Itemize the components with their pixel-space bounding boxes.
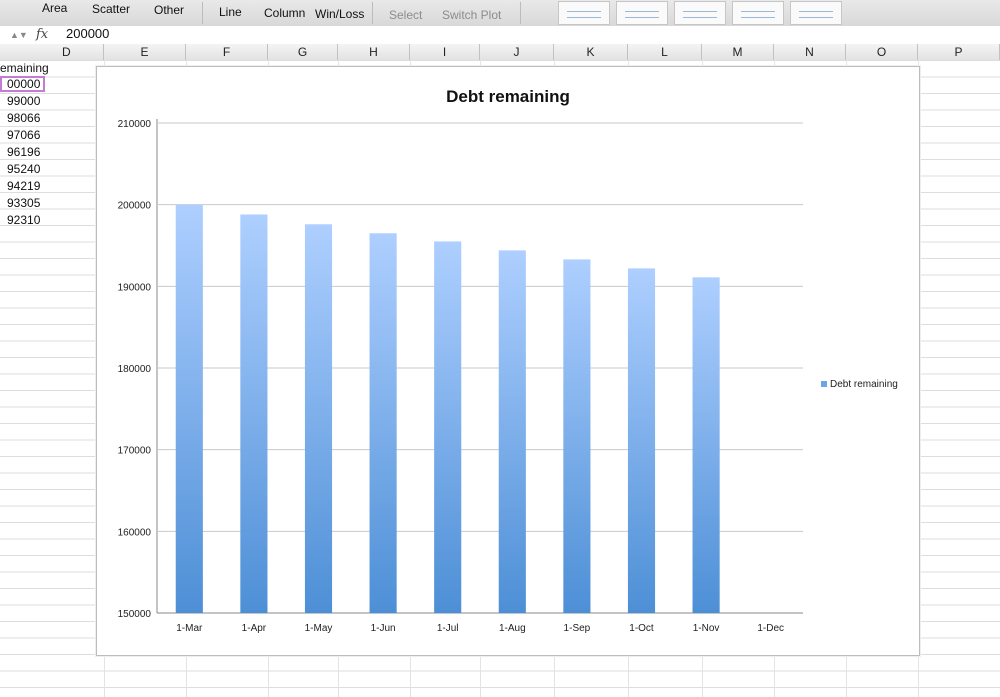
cell-d-10[interactable]: 92310: [0, 212, 40, 228]
column-header-i[interactable]: I: [410, 44, 480, 60]
chart-legend[interactable]: Debt remaining: [821, 379, 898, 390]
bar: [369, 233, 397, 613]
column-header-j[interactable]: J: [480, 44, 554, 60]
bar: [692, 277, 720, 613]
y-tick-label: 150000: [118, 609, 152, 620]
fx-icon[interactable]: fx: [36, 27, 48, 42]
x-tick-label: 1-Apr: [242, 623, 267, 634]
debt-remaining-chart[interactable]: Debt remaining 150000 160000 170000 180000 1…: [96, 66, 920, 656]
chart-style-thumbnail-3[interactable]: [674, 1, 726, 25]
x-tick-label: 1-Jun: [371, 623, 396, 634]
bar: [175, 204, 203, 613]
legend-label: Debt remaining: [830, 379, 898, 390]
chart-style-thumbnail-2[interactable]: [616, 1, 668, 25]
select-data-button[interactable]: Select: [389, 8, 422, 22]
ribbon-toolbar: Area Scatter Other Line Column Win/Loss …: [0, 0, 1000, 27]
chart-style-thumbnail-5[interactable]: [790, 1, 842, 25]
chart-type-area-button[interactable]: Area: [42, 1, 67, 15]
x-tick-label: 1-Sep: [564, 623, 591, 634]
column-header-f[interactable]: F: [186, 44, 268, 60]
switch-plot-button[interactable]: Switch Plot: [442, 8, 501, 22]
column-header-k[interactable]: K: [554, 44, 628, 60]
cell-d-7[interactable]: 95240: [0, 161, 40, 177]
chart-style-thumbnail-1[interactable]: [558, 1, 610, 25]
chart-type-scatter-button[interactable]: Scatter: [92, 2, 130, 16]
column-header-l[interactable]: L: [628, 44, 702, 60]
column-header-row: D E F G H I J K L M N O P: [0, 44, 1000, 61]
bar: [563, 259, 591, 613]
column-header-d[interactable]: D: [0, 44, 104, 60]
column-header-g[interactable]: G: [268, 44, 338, 60]
column-header-n[interactable]: N: [774, 44, 846, 60]
cell-d-5[interactable]: 97066: [0, 127, 40, 143]
cell-d-2-selected[interactable]: 00000: [0, 76, 45, 92]
chart-type-column-button[interactable]: Column: [264, 6, 305, 20]
bar: [304, 224, 333, 613]
y-tick-label: 210000: [118, 119, 152, 130]
cell-d-3[interactable]: 99000: [0, 93, 40, 109]
cell-d-header[interactable]: emaining: [0, 60, 49, 76]
column-header-h[interactable]: H: [338, 44, 410, 60]
cell-d-9[interactable]: 93305: [0, 195, 40, 211]
bar: [240, 214, 268, 613]
x-tick-label: 1-Dec: [757, 623, 784, 634]
chart-style-thumbnail-4[interactable]: [732, 1, 784, 25]
x-tick-label: 1-Oct: [629, 623, 654, 634]
chart-type-winloss-button[interactable]: Win/Loss: [315, 7, 364, 21]
chart-type-line-button[interactable]: Line: [219, 5, 242, 19]
x-tick-label: 1-Mar: [176, 623, 203, 634]
column-header-p[interactable]: P: [918, 44, 1000, 60]
cell-d-4[interactable]: 98066: [0, 110, 40, 126]
cell-d-6[interactable]: 96196: [0, 144, 40, 160]
y-tick-label: 180000: [118, 364, 152, 375]
x-tick-label: 1-Nov: [693, 623, 720, 634]
column-header-e[interactable]: E: [104, 44, 186, 60]
y-tick-label: 190000: [118, 282, 152, 293]
x-tick-label: 1-Jul: [437, 623, 459, 634]
formula-input[interactable]: 200000: [66, 26, 109, 41]
column-header-m[interactable]: M: [702, 44, 774, 60]
bar: [434, 241, 462, 613]
y-tick-label: 160000: [118, 527, 152, 538]
bar: [498, 250, 526, 613]
chart-plot-area[interactable]: 150000 160000 170000 180000 190000 200000 2100…: [97, 67, 919, 655]
x-tick-label: 1-Aug: [499, 623, 526, 634]
column-header-o[interactable]: O: [846, 44, 918, 60]
y-tick-label: 170000: [118, 446, 152, 457]
y-tick-label: 200000: [118, 201, 152, 212]
bar: [627, 268, 656, 613]
formula-bar-grip-icon[interactable]: ▲▼: [10, 30, 28, 40]
formula-bar: ▲▼ fx 200000: [0, 26, 1000, 45]
chart-type-other-button[interactable]: Other: [154, 3, 184, 17]
legend-swatch: [821, 381, 827, 388]
cell-d-8[interactable]: 94219: [0, 178, 40, 194]
x-tick-label: 1-May: [305, 623, 333, 634]
